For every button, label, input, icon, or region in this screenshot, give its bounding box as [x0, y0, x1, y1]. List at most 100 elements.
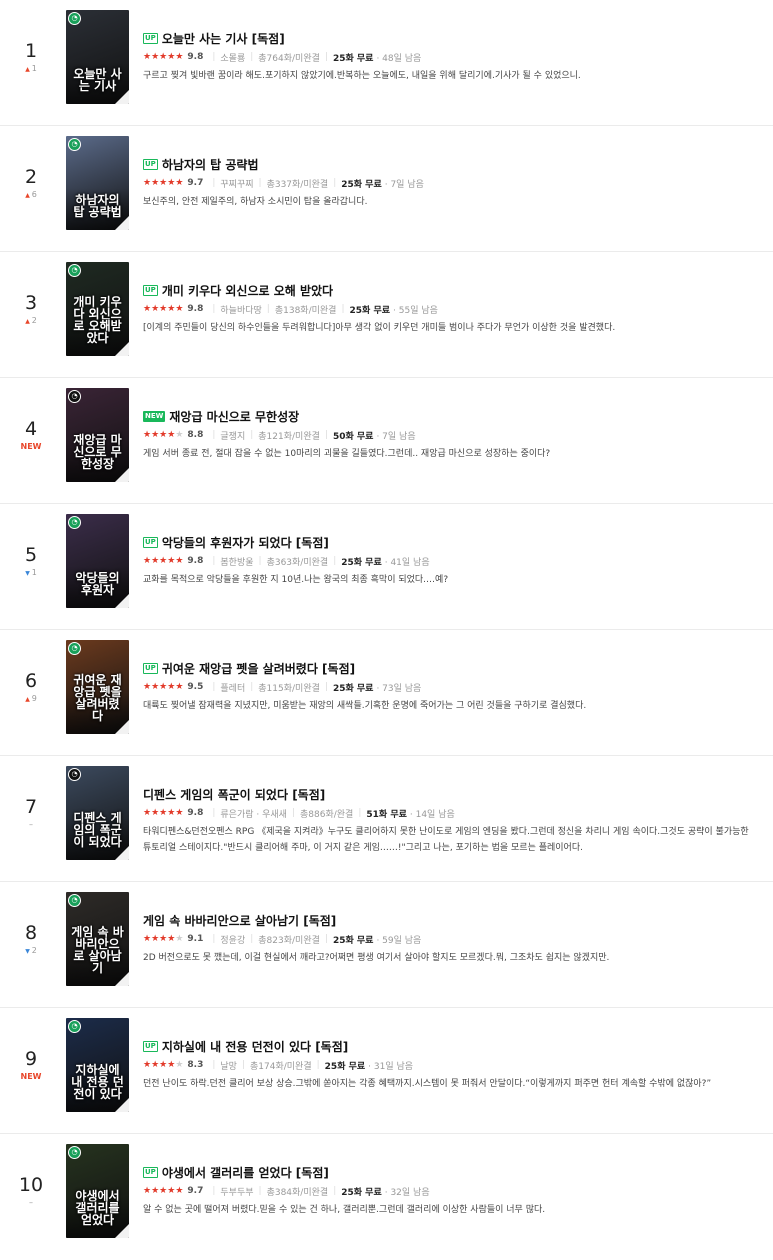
wait-free-clock-icon: ◔	[68, 1020, 81, 1033]
cover-thumbnail[interactable]: 개미 키우다 외신으로 오해받았다 ◔	[66, 262, 129, 356]
star-icon: ★	[143, 682, 152, 692]
episode-total: 총823화/미완결	[258, 935, 320, 946]
star-rating: ★★★★★	[143, 682, 183, 692]
rank-change-value: NEW	[20, 442, 42, 451]
title-link[interactable]: 디펜스 게임의 폭군이 되었다 [독점]	[143, 786, 325, 803]
cover-corner-fold	[115, 342, 129, 356]
title-link[interactable]: 게임 속 바바리안으로 살아남기 [독점]	[143, 912, 336, 929]
rank-change: ▲ 6	[0, 190, 62, 201]
cover-thumbnail[interactable]: 게임 속 바바리안으로 살아남기 ◔	[66, 892, 129, 986]
cover-thumbnail[interactable]: 지하실에 내 전용 던전이 있다 ◔	[66, 1018, 129, 1112]
free-episodes: 25화 무료	[332, 683, 374, 694]
title-line: UP 오늘만 사는 기사 [독점]	[143, 30, 285, 46]
ranking-item[interactable]: 1 ▲ 1 오늘만 사는 기사 ◔ UP 오늘만 사는 기사 [독점] ★★★★★ 9.8 | 소…	[0, 0, 773, 126]
ranking-item[interactable]: 10– 야생에서 갤러리를 얻었다 ◔ UP 야생에서 갤러리를 얻었다 [독점] ★★★…	[0, 1134, 773, 1260]
ranking-item[interactable]: 6 ▲ 9 귀여운 재앙급 펫을 살려버렸다 ◔ UP 귀여운 재앙급 펫을 살려버렸다 …	[0, 630, 773, 756]
star-icon: ★	[151, 808, 160, 818]
rank-box: 1 ▲ 1	[0, 0, 62, 125]
author: 류은가람 · 우새새	[220, 809, 287, 820]
up-badge: UP	[143, 284, 158, 296]
author: 꾸찌꾸찌	[220, 179, 254, 190]
separator: |	[258, 1186, 262, 1196]
cover-thumbnail[interactable]: 귀여운 재앙급 펫을 살려버렸다 ◔	[66, 640, 129, 734]
title-link[interactable]: 하남자의 탑 공략법	[162, 156, 259, 173]
rank-change-value: –	[29, 820, 33, 829]
author: 정윤강	[220, 935, 246, 946]
free-episodes: 25화 무료	[324, 1061, 366, 1072]
rank-change: ▼ 1	[0, 568, 62, 579]
separator: |	[324, 52, 328, 62]
wait-free-clock-icon: ◔	[68, 894, 81, 907]
star-icon: ★	[151, 304, 160, 314]
ranking-item[interactable]: 8 ▼ 2 게임 속 바바리안으로 살아남기 ◔ 게임 속 바바리안으로 살아남기 [독…	[0, 882, 773, 1008]
separator: |	[333, 1186, 337, 1196]
cover-corner-fold	[115, 1224, 129, 1238]
title-link[interactable]: 야생에서 갤러리를 얻었다 [독점]	[162, 1164, 329, 1181]
rank-change: ▲ 2	[0, 316, 62, 327]
cover-thumbnail[interactable]: 디펜스 게임의 폭군이 되었다 ◔	[66, 766, 129, 860]
days-remaining: · 32일 남음	[384, 1187, 430, 1198]
cover-title-art: 디펜스 게임의 폭군이 되었다	[73, 811, 122, 849]
cover-thumbnail[interactable]: 야생에서 갤러리를 얻었다 ◔	[66, 1144, 129, 1238]
description: 던전 난이도 하락.던전 클리어 보상 상승.그밖에 쏟아지는 각종 혜택까지.…	[143, 1079, 712, 1089]
episode-total: 총384화/미완결	[266, 1187, 329, 1198]
score: 8.8	[187, 430, 204, 440]
author: 봄한방울	[220, 557, 254, 568]
title-line: UP 귀여운 재앙급 펫을 살려버렸다 [독점]	[143, 660, 355, 676]
ranking-list: 1 ▲ 1 오늘만 사는 기사 ◔ UP 오늘만 사는 기사 [독점] ★★★★★ 9.8 | 소…	[0, 0, 773, 1260]
cover-title-art: 재앙급 마신으로 무한성장	[73, 433, 122, 471]
rank-change-value: –	[29, 1198, 33, 1207]
wait-free-clock-icon: ◔	[68, 138, 81, 151]
meta-line: ★★★★★ 9.7 | 두부두부 | 총384화/미완결 | 25화 무료 · 32일 남음	[143, 1185, 430, 1198]
ranking-item[interactable]: 4 NEW 재앙급 마신으로 무한성장 ◔ NEW 재앙급 마신으로 무한성장 ★★★★★ 8…	[0, 378, 773, 504]
description: 대륙도 찢어낼 잠재력을 지녔지만, 미움받는 재앙의 새싹들.기혹한 운명에 …	[143, 701, 587, 711]
description: 교화를 목적으로 악당들을 후원한 지 10년.나는 왕국의 최종 흑막이 되었…	[143, 575, 449, 585]
cover-thumbnail[interactable]: 오늘만 사는 기사 ◔	[66, 10, 129, 104]
cover-title-art: 지하실에 내 전용 던전이 있다	[71, 1063, 124, 1101]
ranking-item[interactable]: 9 NEW 지하실에 내 전용 던전이 있다 ◔ UP 지하실에 내 전용 던전이 있다 …	[0, 1008, 773, 1134]
ranking-item[interactable]: 2 ▲ 6 하남자의 탑 공략법 ◔ UP 하남자의 탑 공략법 ★★★★★ 9.7 | 꾸찌꾸찌…	[0, 126, 773, 252]
star-icon: ★	[151, 934, 160, 944]
separator: |	[266, 304, 270, 314]
title-link[interactable]: 귀여운 재앙급 펫을 살려버렸다 [독점]	[162, 660, 355, 677]
rank-number: 7	[24, 796, 38, 818]
rank-change-value: 1	[31, 568, 37, 577]
cover-thumbnail[interactable]: 재앙급 마신으로 무한성장 ◔	[66, 388, 129, 482]
star-icon: ★	[175, 556, 184, 566]
ranking-item[interactable]: 7 – 디펜스 게임의 폭군이 되었다 ◔ 디펜스 게임의 폭군이 되었다 [독점] ★★…	[0, 756, 773, 882]
star-icon: ★	[151, 1186, 160, 1196]
score: 9.5	[187, 682, 204, 692]
separator: |	[212, 682, 216, 692]
rank-change-value: 1	[31, 64, 37, 73]
cover-thumbnail[interactable]: 하남자의 탑 공략법 ◔	[66, 136, 129, 230]
free-episodes: 51화 무료	[366, 809, 407, 820]
separator: |	[324, 682, 328, 692]
star-icon: ★	[143, 304, 152, 314]
title-link[interactable]: 지하실에 내 전용 던전이 있다 [독점]	[162, 1038, 348, 1055]
free-episodes: 25화 무료	[349, 305, 391, 316]
rank-change-value: NEW	[20, 1072, 42, 1081]
title-link[interactable]: 오늘만 사는 기사 [독점]	[162, 30, 285, 47]
separator: |	[212, 808, 216, 818]
episode-total: 총174화/미완결	[250, 1061, 312, 1072]
rank-change-value: 9	[31, 694, 37, 703]
separator: |	[258, 178, 262, 188]
cover-thumbnail[interactable]: 악당들의 후원자 ◔	[66, 514, 129, 608]
description: 타워디펜스&던전오펜스 RPG 《제국을 지켜라》누구도 클리어하지 못한 난이…	[143, 827, 749, 853]
separator: |	[250, 682, 254, 692]
star-icon: ★	[175, 1060, 184, 1070]
title-link[interactable]: 악당들의 후원자가 되었다 [독점]	[162, 534, 329, 551]
ranking-item[interactable]: 5 ▼ 1 악당들의 후원자 ◔ UP 악당들의 후원자가 되었다 [독점] ★★★★★ 9.…	[0, 504, 773, 630]
ranking-item[interactable]: 3 ▲ 2 개미 키우다 외신으로 오해받았다 ◔ UP 개미 키우다 외신으로 오해 받…	[0, 252, 773, 378]
star-icon: ★	[143, 808, 152, 818]
episode-total: 총764화/미완결	[258, 53, 320, 64]
days-remaining: · 7일 남음	[376, 431, 416, 442]
separator: |	[212, 304, 216, 314]
title-link[interactable]: 개미 키우다 외신으로 오해 받았다	[162, 282, 333, 299]
rank-number: 3	[24, 292, 38, 314]
star-icon: ★	[143, 52, 152, 62]
free-episodes: 25화 무료	[341, 179, 382, 190]
author: 소몰룡	[220, 53, 246, 64]
title-link[interactable]: 재앙급 마신으로 무한성장	[169, 408, 299, 425]
wait-free-clock-icon: ◔	[68, 516, 81, 529]
